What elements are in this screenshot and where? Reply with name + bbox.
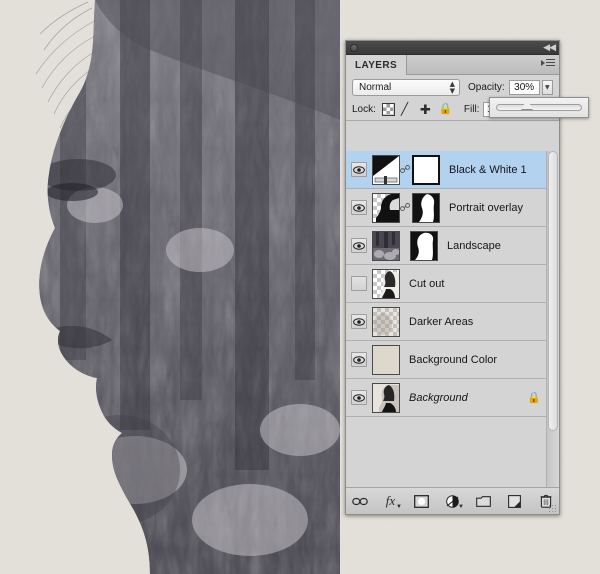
layer-row[interactable]: Cut out [346,265,559,303]
layer-row[interactable]: Landscape [346,227,559,265]
eye-icon[interactable] [351,352,367,367]
layer-list[interactable]: ☍ Black & White 1 ☍ Portrait overlay Lan… [346,151,559,487]
panel-tab-row[interactable]: LAYERS [346,55,559,75]
layer-thumbnails[interactable] [372,268,400,299]
layer-name: Darker Areas [409,315,474,328]
layer-thumbnail-cutout[interactable] [372,268,400,299]
layer-name: Black & White 1 [449,163,527,176]
lock-label: Lock: [352,104,376,115]
eye-icon[interactable] [351,314,367,329]
opacity-input[interactable]: 30% [508,79,540,95]
panel-menu-lines-icon [546,59,555,66]
opacity-value: 30% [514,81,535,93]
opacity-label: Opacity: [468,81,505,93]
layer-thumbnails[interactable]: ☍ [372,192,440,223]
eye-icon[interactable] [351,238,367,253]
blend-mode-value: Normal [359,81,392,93]
link-mask-icon[interactable]: ☍ [399,201,410,214]
collapse-panel-icon[interactable]: ◀◀ [543,42,556,54]
layer-row[interactable]: Background Color [346,341,559,379]
eye-icon-off[interactable] [351,276,367,291]
add-layer-mask-icon[interactable] [413,493,430,510]
layer-list-scrollbar[interactable] [546,151,559,487]
layer-mask-thumbnail[interactable] [412,192,440,223]
layer-thumbnails[interactable] [372,230,438,261]
layer-name: Background [409,391,468,404]
visibility-toggle[interactable] [346,265,372,302]
layer-thumbnails[interactable]: ☍ [372,154,440,185]
new-group-icon[interactable] [475,493,492,510]
lock-image-pixels-icon[interactable]: ╱ [401,103,414,116]
opacity-dropdown-arrow[interactable]: ▼ [541,79,553,95]
layer-name: Portrait overlay [449,201,523,214]
layer-thumbnail-background-color[interactable] [372,344,400,375]
panel-resize-grip[interactable] [548,504,556,512]
layer-thumbnail-black-white[interactable] [372,154,400,185]
layer-row[interactable]: ☍ Black & White 1 [346,151,559,189]
layer-row[interactable]: Background 🔒 [346,379,559,417]
eye-icon[interactable] [351,390,367,405]
layer-thumbnails[interactable] [372,382,400,413]
layer-name: Background Color [409,353,498,366]
layer-name: Landscape [447,239,501,252]
visibility-toggle[interactable] [346,379,372,416]
lock-position-icon[interactable]: ✚ [420,103,433,116]
lock-all-icon[interactable]: 🔒 [439,103,453,116]
visibility-toggle[interactable] [346,341,372,378]
link-mask-icon[interactable]: ☍ [399,163,410,176]
layers-panel-footer: fx ▼ ▼ [346,487,559,514]
visibility-toggle[interactable] [346,303,372,340]
eye-icon[interactable] [351,162,367,177]
eye-icon[interactable] [351,200,367,215]
new-layer-icon[interactable] [506,493,523,510]
layer-mask-thumbnail[interactable] [410,230,438,261]
visibility-toggle[interactable] [346,189,372,226]
layer-thumbnail-darker-areas[interactable] [372,306,400,337]
layer-name: Cut out [409,277,445,290]
blend-mode-select[interactable]: Normal ▲ ▼ [352,78,460,96]
lock-transparent-pixels-icon[interactable] [381,103,395,116]
new-adjustment-layer-icon[interactable]: ▼ [444,493,464,510]
scrollbar-thumb[interactable] [548,151,558,431]
layer-thumbnails[interactable] [372,344,400,375]
visibility-toggle[interactable] [346,151,372,188]
panel-titlebar[interactable]: ◀◀ [346,41,559,55]
link-layers-icon[interactable] [351,493,368,510]
blend-opacity-row: Normal ▲ ▼ Opacity: 30% ▼ [346,75,559,99]
opacity-slider-popup[interactable] [489,97,589,118]
visibility-toggle[interactable] [346,227,372,264]
layers-panel[interactable]: ◀◀ LAYERS Normal ▲ ▼ Opacity: 30% ▼ Lock:… [345,40,589,515]
layer-thumbnails[interactable] [372,306,400,337]
opacity-slider-track[interactable] [496,100,582,111]
layer-thumbnail-forest[interactable] [372,230,400,261]
chevron-updown-icon: ▲ ▼ [449,79,455,95]
layer-row[interactable]: Darker Areas [346,303,559,341]
layer-lock-icon: 🔒 [527,392,541,404]
fill-label: Fill: [463,104,480,115]
layer-style-fx-icon[interactable]: fx ▼ [382,493,402,510]
panel-menu-icon[interactable] [541,59,555,66]
tab-layers-label: LAYERS [355,59,398,71]
layer-thumbnail-portrait-silhouette[interactable] [372,192,400,223]
layer-row[interactable]: ☍ Portrait overlay [346,189,559,227]
opacity-slider-thumb[interactable] [521,100,533,109]
panel-menu-triangle-icon [541,59,545,66]
panel-grip-dot [350,44,358,52]
layer-thumbnail-background[interactable] [372,382,400,413]
tab-layers[interactable]: LAYERS [346,55,408,75]
layer-mask-thumbnail[interactable] [412,154,440,185]
